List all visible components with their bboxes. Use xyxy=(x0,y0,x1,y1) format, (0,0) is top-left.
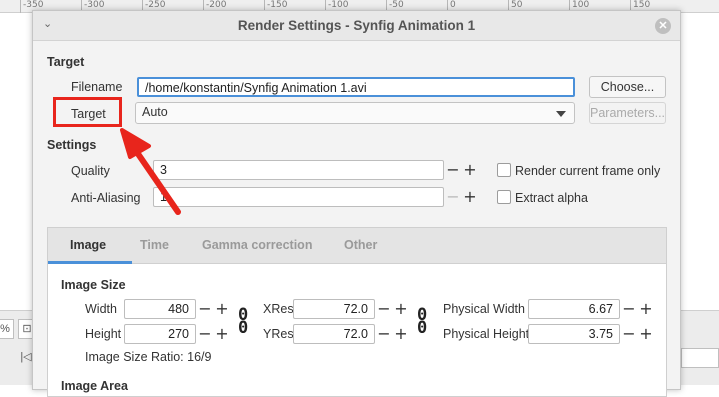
annotation-arrow-icon xyxy=(120,128,181,215)
